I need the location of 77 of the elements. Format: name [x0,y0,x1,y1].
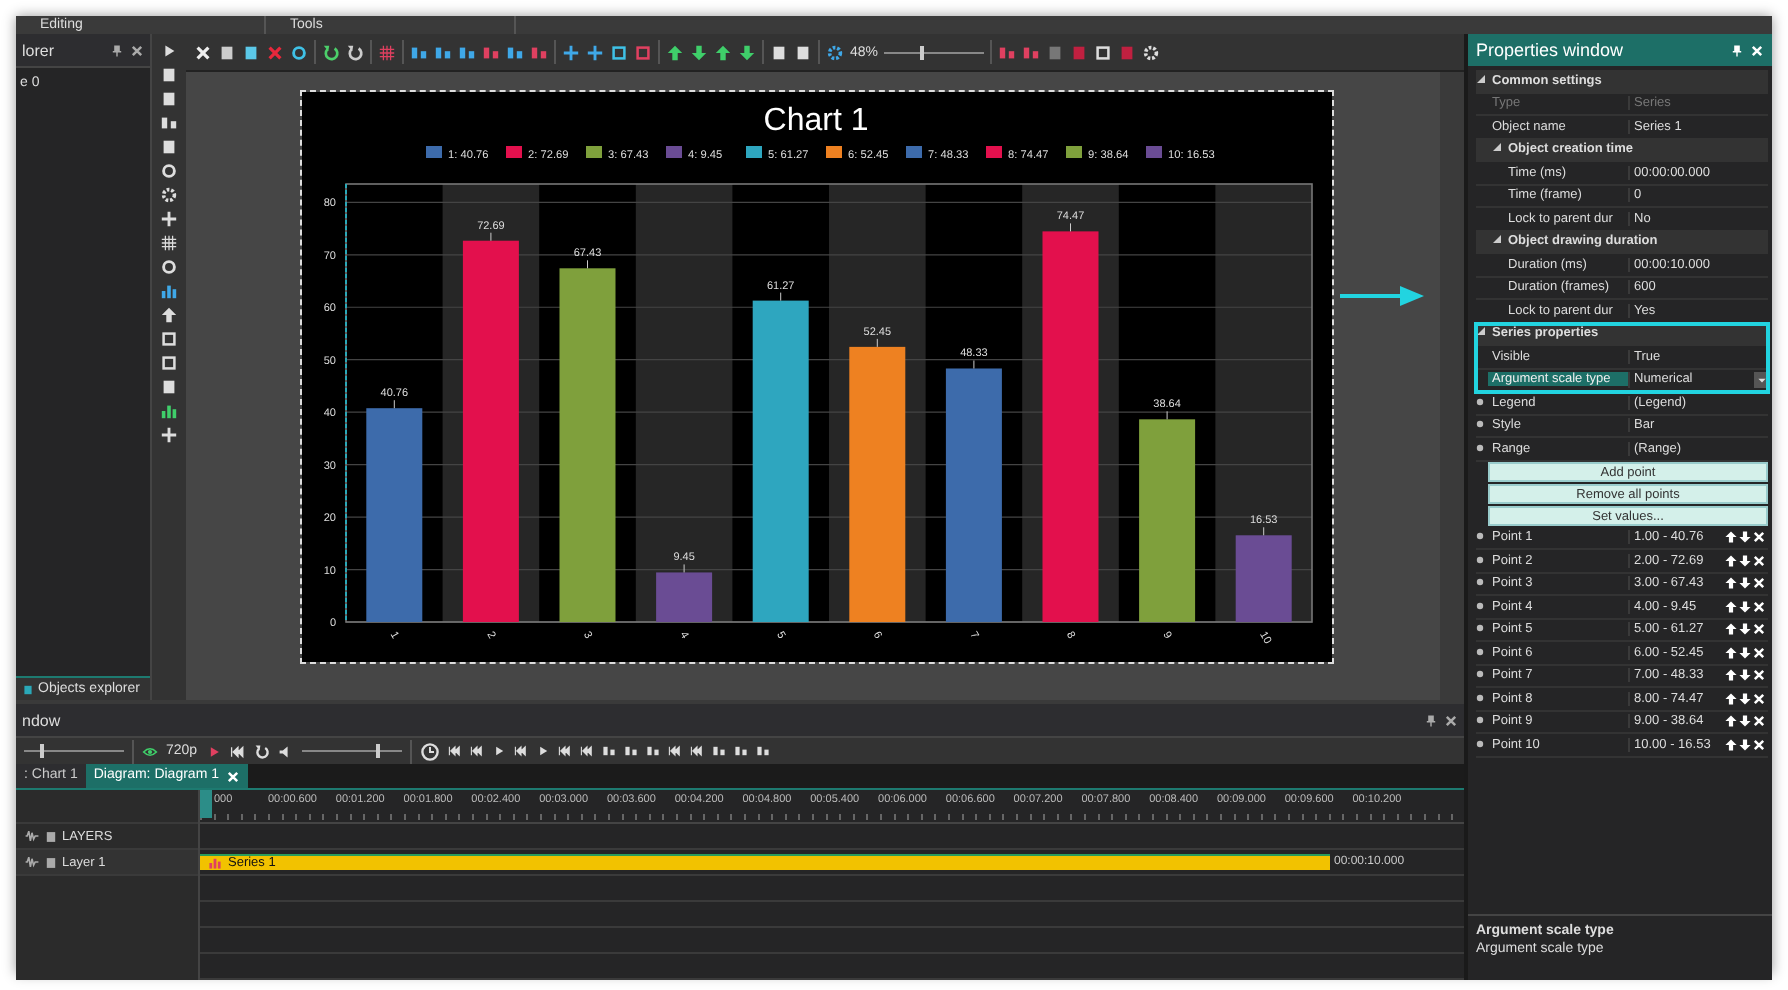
panel-title: lorer [22,41,57,59]
chart-icon[interactable] [160,282,178,300]
play-icon[interactable] [491,744,506,758]
cross-icon[interactable] [562,43,580,61]
grid-icon[interactable] [378,43,396,61]
collapsed-icon[interactable] [1476,555,1484,568]
pin-icon[interactable] [110,43,124,57]
volume-slider[interactable] [376,744,381,758]
skip-icon[interactable] [667,744,682,758]
skip-icon[interactable] [447,744,462,758]
arrow-down-icon[interactable] [738,43,756,61]
collapsed-icon[interactable] [1476,739,1484,752]
align-icon[interactable] [506,43,524,61]
arrow-down-icon[interactable] [690,43,708,61]
panel-title: Properties window [1476,40,1626,60]
collapsed-icon[interactable] [1476,397,1484,410]
collapsed-icon[interactable] [1476,624,1484,637]
align-icon[interactable] [733,744,748,758]
play-icon[interactable] [535,744,550,758]
cursor-icon[interactable] [160,42,178,60]
vertical-scrollbar[interactable] [1440,72,1464,700]
pin-icon[interactable] [1424,713,1438,727]
chart-icon [208,856,222,870]
circle-icon[interactable] [160,162,178,180]
skip-icon[interactable] [513,744,528,758]
zoom-slider[interactable] [919,45,924,59]
scissors-icon[interactable] [194,43,212,61]
move-icon[interactable] [160,426,178,444]
collapsed-icon[interactable] [1476,578,1484,591]
collapsed-icon[interactable] [1476,670,1484,683]
loop-icon[interactable] [253,743,270,759]
align-icon[interactable] [434,43,452,61]
bar [1235,535,1292,622]
eye-icon[interactable] [142,743,158,759]
collapsed-icon[interactable] [1476,716,1484,729]
align-icon[interactable] [410,43,428,61]
cross-icon[interactable] [586,43,604,61]
expanded-icon[interactable] [1492,142,1504,157]
skip-icon[interactable] [229,743,246,759]
collapsed-icon[interactable] [1476,532,1484,545]
arrow-up-icon[interactable] [714,43,732,61]
gear-icon[interactable] [1142,43,1161,61]
expanded-icon[interactable] [1492,234,1504,249]
expanded-icon[interactable] [1476,326,1488,341]
collapsed-icon[interactable] [1476,443,1484,456]
align-icon[interactable] [458,43,476,61]
arrow-up-icon[interactable] [666,43,684,61]
chart-title: Chart 1 [763,104,869,138]
expanded-icon[interactable] [1476,73,1488,88]
bar [656,572,713,622]
skip-icon[interactable] [579,744,594,758]
caret-icon[interactable] [1755,373,1767,386]
skip-icon[interactable] [689,744,704,758]
cross-icon[interactable] [266,43,284,61]
chart-icon[interactable] [160,402,178,420]
clock-icon[interactable] [419,741,440,761]
align-icon[interactable] [711,744,726,758]
rectangle-icon[interactable] [160,138,178,156]
collapsed-icon[interactable] [1476,420,1484,433]
align-icon[interactable] [755,744,770,758]
collapsed-icon[interactable] [1476,601,1484,614]
skip-icon[interactable] [469,744,484,758]
circle-icon[interactable] [290,43,308,61]
close-icon[interactable] [130,43,144,57]
pin-icon[interactable] [1730,43,1744,57]
arrow-icon [1340,286,1424,306]
collapsed-icon[interactable] [1476,647,1484,660]
panel-title: ndow [22,711,63,729]
target-icon[interactable] [826,43,844,61]
skip-icon[interactable] [557,744,572,758]
square-icon[interactable] [1046,43,1065,61]
collapsed-icon[interactable] [1476,693,1484,706]
redo-icon[interactable] [346,43,364,61]
undo-icon[interactable] [322,43,340,61]
speaker-icon[interactable] [277,743,294,759]
close-icon[interactable] [1444,713,1458,727]
panel-icon [22,683,34,695]
